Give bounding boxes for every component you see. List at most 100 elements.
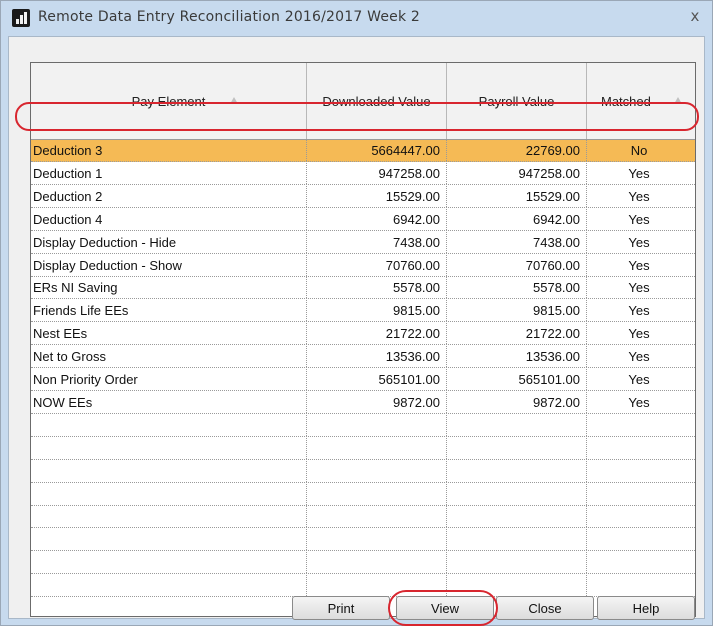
- title-bar[interactable]: Remote Data Entry Reconciliation 2016/20…: [1, 1, 712, 35]
- table-row[interactable]: Deduction 2 15529.00 15529.00 Yes: [31, 185, 695, 208]
- column-header-pay-element[interactable]: Pay Element: [31, 63, 307, 139]
- empty-table-row[interactable]: [31, 552, 695, 575]
- close-button[interactable]: Close: [496, 596, 594, 620]
- cell-downloaded-value: [307, 506, 447, 528]
- cell-payroll-value: 13536.00: [447, 346, 587, 368]
- cell-payroll-value: [447, 483, 587, 505]
- cell-matched: Yes: [628, 303, 650, 319]
- cell-payroll-value: 9815.00: [447, 300, 587, 322]
- view-button[interactable]: View: [396, 596, 494, 620]
- empty-table-row[interactable]: [31, 575, 695, 598]
- cell-pay-element: [31, 483, 307, 505]
- cell-matched: [587, 552, 695, 573]
- cell-matched: [587, 461, 695, 482]
- cell-pay-element: Nest EEs: [31, 323, 307, 345]
- cell-downloaded-value: [307, 552, 447, 574]
- cell-matched: Yes: [628, 257, 650, 273]
- cell-downloaded-value: 565101.00: [307, 369, 447, 390]
- cell-downloaded-value: 5578.00: [307, 277, 447, 299]
- cell-pay-element: [31, 437, 307, 459]
- cell-payroll-value: 15529.00: [447, 185, 587, 207]
- column-header-label: Matched: [601, 93, 651, 109]
- cell-pay-element: [31, 575, 307, 597]
- sort-ascending-icon: [230, 97, 238, 104]
- cell-payroll-value: [447, 414, 587, 436]
- table-row[interactable]: Deduction 1 947258.00 947258.00 Yes: [31, 162, 695, 185]
- cell-matched: Yes: [628, 211, 650, 227]
- empty-table-row[interactable]: [31, 460, 695, 483]
- table-row[interactable]: Nest EEs 21722.00 21722.00 Yes: [31, 323, 695, 346]
- cell-downloaded-value: 9872.00: [307, 391, 447, 413]
- cell-matched: No: [630, 143, 648, 158]
- cell-downloaded-value: [307, 483, 447, 505]
- cell-payroll-value: [447, 506, 587, 528]
- help-button[interactable]: Help: [597, 596, 695, 620]
- cell-payroll-value: [447, 437, 587, 459]
- cell-payroll-value: 5578.00: [447, 277, 587, 299]
- cell-downloaded-value: 21722.00: [307, 323, 447, 345]
- cell-pay-element: [31, 506, 307, 528]
- cell-payroll-value: [447, 529, 587, 551]
- cell-matched: [587, 415, 695, 436]
- cell-downloaded-value: 9815.00: [307, 300, 447, 322]
- cell-matched: Yes: [628, 165, 650, 181]
- cell-payroll-value: 21722.00: [447, 323, 587, 345]
- table-row[interactable]: ERs NI Saving 5578.00 5578.00 Yes: [31, 277, 695, 300]
- table-row[interactable]: Deduction 4 6942.00 6942.00 Yes: [31, 208, 695, 231]
- empty-table-row[interactable]: [31, 437, 695, 460]
- cell-pay-element: Deduction 4: [31, 208, 307, 230]
- cell-pay-element: [31, 529, 307, 551]
- close-icon[interactable]: x: [685, 7, 705, 25]
- cell-matched: Yes: [628, 326, 650, 342]
- table-row[interactable]: Deduction 3 5664447.00 22769.00 No: [31, 140, 695, 162]
- cell-downloaded-value: [307, 460, 447, 482]
- cell-pay-element: [31, 598, 307, 616]
- cell-matched: Yes: [628, 349, 650, 365]
- window-title: Remote Data Entry Reconciliation 2016/20…: [38, 9, 421, 25]
- table-row[interactable]: NOW EEs 9872.00 9872.00 Yes: [31, 391, 695, 414]
- column-header-label: Pay Element: [131, 93, 206, 109]
- cell-payroll-value: [447, 575, 587, 597]
- cell-payroll-value: 7438.00: [447, 231, 587, 253]
- cell-pay-element: Non Priority Order: [31, 369, 307, 390]
- cell-pay-element: Display Deduction - Hide: [31, 231, 307, 253]
- dialog-body: Pay Element Downloaded Value Payroll Val…: [8, 36, 705, 620]
- cell-pay-element: Deduction 3: [31, 140, 307, 161]
- column-header-label: Payroll Value: [478, 93, 555, 109]
- empty-table-row[interactable]: [31, 414, 695, 437]
- table-row[interactable]: Friends Life EEs 9815.00 9815.00 Yes: [31, 300, 695, 323]
- cell-matched: [587, 575, 695, 596]
- cell-payroll-value: 565101.00: [447, 369, 587, 390]
- cell-matched: [587, 484, 695, 505]
- cell-matched: Yes: [628, 394, 650, 410]
- cell-pay-element: NOW EEs: [31, 391, 307, 413]
- empty-table-row[interactable]: [31, 506, 695, 529]
- cell-pay-element: [31, 460, 307, 482]
- print-button[interactable]: Print: [292, 596, 390, 620]
- table-row[interactable]: Display Deduction - Show 70760.00 70760.00…: [31, 254, 695, 277]
- cell-pay-element: [31, 552, 307, 574]
- table-row[interactable]: Net to Gross 13536.00 13536.00 Yes: [31, 346, 695, 369]
- cell-downloaded-value: 70760.00: [307, 254, 447, 276]
- cell-payroll-value: [447, 552, 587, 574]
- cell-payroll-value: 70760.00: [447, 254, 587, 276]
- cell-matched: [587, 506, 695, 527]
- reconciliation-dialog: Remote Data Entry Reconciliation 2016/20…: [0, 0, 713, 626]
- cell-downloaded-value: [307, 414, 447, 436]
- column-header-payroll-value[interactable]: Payroll Value: [447, 63, 587, 139]
- cell-matched: Yes: [628, 234, 650, 250]
- cell-downloaded-value: 15529.00: [307, 185, 447, 207]
- cell-pay-element: Deduction 1: [31, 162, 307, 184]
- cell-pay-element: [31, 414, 307, 436]
- column-header-downloaded-value[interactable]: Downloaded Value: [307, 63, 447, 139]
- empty-table-row[interactable]: [31, 483, 695, 506]
- empty-table-row[interactable]: [31, 529, 695, 552]
- column-header-matched[interactable]: Matched: [587, 63, 695, 139]
- cell-pay-element: Net to Gross: [31, 346, 307, 368]
- table-row[interactable]: Display Deduction - Hide 7438.00 7438.00 Ye…: [31, 231, 695, 254]
- table-row[interactable]: Non Priority Order 565101.00 565101.00 Yes: [31, 369, 695, 391]
- cell-payroll-value: 6942.00: [447, 208, 587, 230]
- cell-pay-element: Friends Life EEs: [31, 300, 307, 322]
- cell-downloaded-value: 13536.00: [307, 346, 447, 368]
- reconciliation-grid: Pay Element Downloaded Value Payroll Val…: [30, 62, 696, 617]
